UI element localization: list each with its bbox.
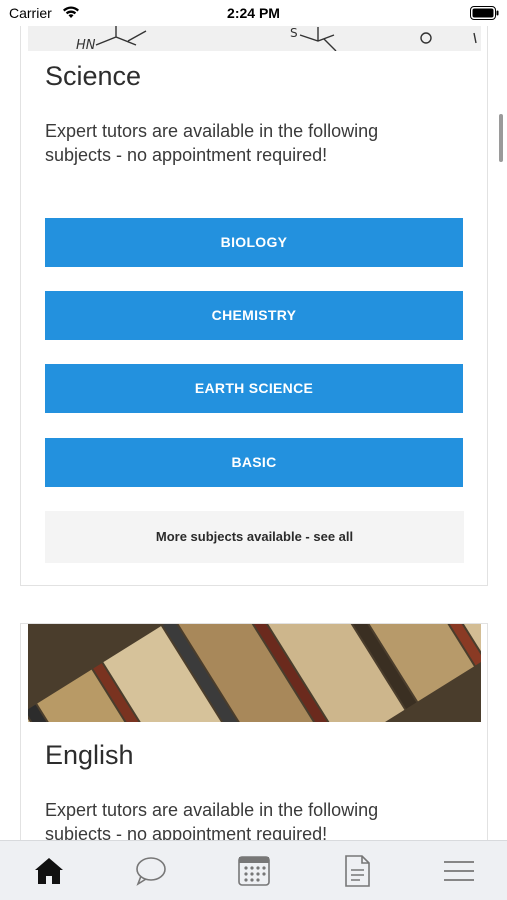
tab-menu[interactable] xyxy=(441,853,477,889)
tab-home[interactable] xyxy=(31,853,67,889)
tab-chat[interactable] xyxy=(133,853,169,889)
svg-text:S: S xyxy=(290,26,298,40)
subject-button-earth-science[interactable]: EARTH SCIENCE xyxy=(45,364,463,413)
science-card: HN S Science Expert tutors are available… xyxy=(20,26,488,586)
tab-bar xyxy=(0,840,507,900)
document-icon xyxy=(345,855,370,887)
calendar-icon xyxy=(238,856,270,886)
english-title: English xyxy=(45,740,134,770)
chemical-structure-image: HN S xyxy=(28,26,481,51)
science-title: Science xyxy=(45,61,142,91)
see-all-subjects-button[interactable]: More subjects available - see all xyxy=(45,511,464,563)
books-image xyxy=(28,624,481,722)
english-description: Expert tutors are available in the follo… xyxy=(45,800,379,840)
scroll-indicator[interactable] xyxy=(499,114,503,162)
tab-calendar[interactable] xyxy=(236,853,272,889)
status-bar: Carrier 2:24 PM xyxy=(0,0,507,26)
scroll-content[interactable]: HN S Science Expert tutors are available… xyxy=(0,26,507,840)
science-description: Expert tutors are available in the follo… xyxy=(45,121,379,165)
english-card: English Expert tutors are available in t… xyxy=(20,623,488,840)
subject-button-biology[interactable]: BIOLOGY xyxy=(45,218,463,267)
menu-icon xyxy=(444,861,474,881)
home-icon xyxy=(35,858,63,884)
subject-button-chemistry[interactable]: CHEMISTRY xyxy=(45,291,463,340)
subject-button-basic[interactable]: BASIC xyxy=(45,438,463,487)
battery-icon xyxy=(470,6,499,20)
tab-documents[interactable] xyxy=(339,853,375,889)
clock: 2:24 PM xyxy=(227,5,280,21)
svg-text:HN: HN xyxy=(76,38,96,51)
chat-icon xyxy=(136,857,166,886)
